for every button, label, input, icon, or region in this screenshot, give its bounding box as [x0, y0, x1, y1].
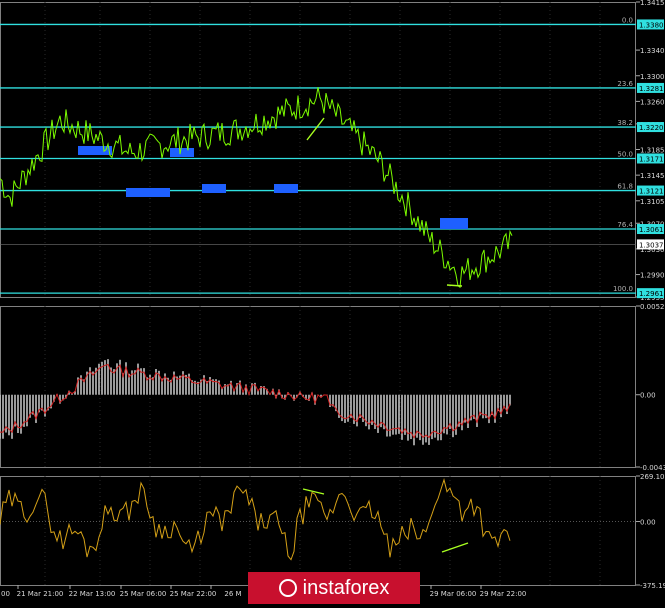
fibo-price-tag-text: 1.3171 — [639, 155, 664, 163]
signal-line — [0, 363, 511, 439]
y-tick-label: 1.3300 — [640, 73, 665, 81]
y-tick-label: 1.2990 — [640, 272, 665, 280]
cci-line — [0, 478, 511, 561]
x-edge-label: 00 — [1, 590, 10, 598]
price-line — [0, 87, 513, 289]
fibo-level-label: 50.0 — [617, 150, 633, 158]
y-tick-label: 0.00 — [640, 392, 656, 400]
y-tick-label: -0.0043 — [640, 464, 665, 472]
x-tick-label: 25 Mar 06:00 — [120, 590, 167, 598]
chart-svg: 1.34151.33401.33001.32601.32251.31851.31… — [0, 0, 665, 598]
y-tick-label: 1.3340 — [640, 47, 665, 55]
y-tick-label: 0.00528 — [640, 303, 665, 311]
zone-rectangle — [274, 184, 298, 193]
cci-divergence-line — [441, 542, 469, 553]
fibo-level-label: 23.6 — [617, 80, 633, 88]
y-tick-label: 269.105 — [640, 473, 665, 481]
y-tick-label: 0.00 — [640, 519, 656, 527]
x-tick-label: 21 Mar 21:00 — [17, 590, 64, 598]
x-tick-label: 26 M — [224, 590, 241, 598]
x-tick-label: 22 Mar 13:00 — [69, 590, 116, 598]
price-divergence-line — [446, 284, 463, 287]
zone-rectangle — [126, 188, 170, 197]
fibo-level-label: 100.0 — [613, 285, 633, 293]
chart-stage: 1.34151.33401.33001.32601.32251.31851.31… — [0, 0, 665, 604]
x-tick-label: 29 Mar 06:00 — [430, 590, 477, 598]
fibo-price-tag-text: 1.2961 — [639, 290, 664, 298]
x-tick-label: 25 Mar 22:00 — [170, 590, 217, 598]
zone-rectangle — [202, 184, 226, 193]
y-tick-label: 1.3185 — [640, 147, 665, 155]
current-price-tag-text: 1.3037 — [639, 241, 664, 249]
fibo-level-label: 38.2 — [617, 119, 633, 127]
logo-icon — [278, 579, 297, 597]
fibo-level-label: 76.4 — [617, 221, 633, 229]
x-tick-label: 29 Mar 22:00 — [480, 590, 527, 598]
logo-text: instaforex — [302, 576, 390, 599]
y-tick-label: -375.197 — [640, 582, 665, 590]
zone-rectangle — [440, 218, 468, 229]
y-tick-label: 1.3105 — [640, 198, 665, 206]
instaforex-logo: instaforex — [248, 572, 420, 604]
y-tick-label: 1.3145 — [640, 172, 665, 180]
fibo-price-tag-text: 1.3121 — [639, 188, 664, 196]
zone-rectangle — [170, 148, 194, 157]
price-divergence-line — [306, 117, 325, 141]
fibo-price-tag-text: 1.3220 — [639, 124, 664, 132]
fibo-price-tag-text: 1.3281 — [639, 85, 664, 93]
fibo-level-label: 0.0 — [622, 16, 633, 24]
fibo-level-label: 61.8 — [617, 183, 633, 191]
y-tick-label: 1.3260 — [640, 98, 665, 106]
fibo-price-tag-text: 1.3061 — [639, 226, 664, 234]
fibo-price-tag-text: 1.3380 — [639, 21, 664, 29]
y-tick-label: 1.3415 — [640, 0, 665, 7]
